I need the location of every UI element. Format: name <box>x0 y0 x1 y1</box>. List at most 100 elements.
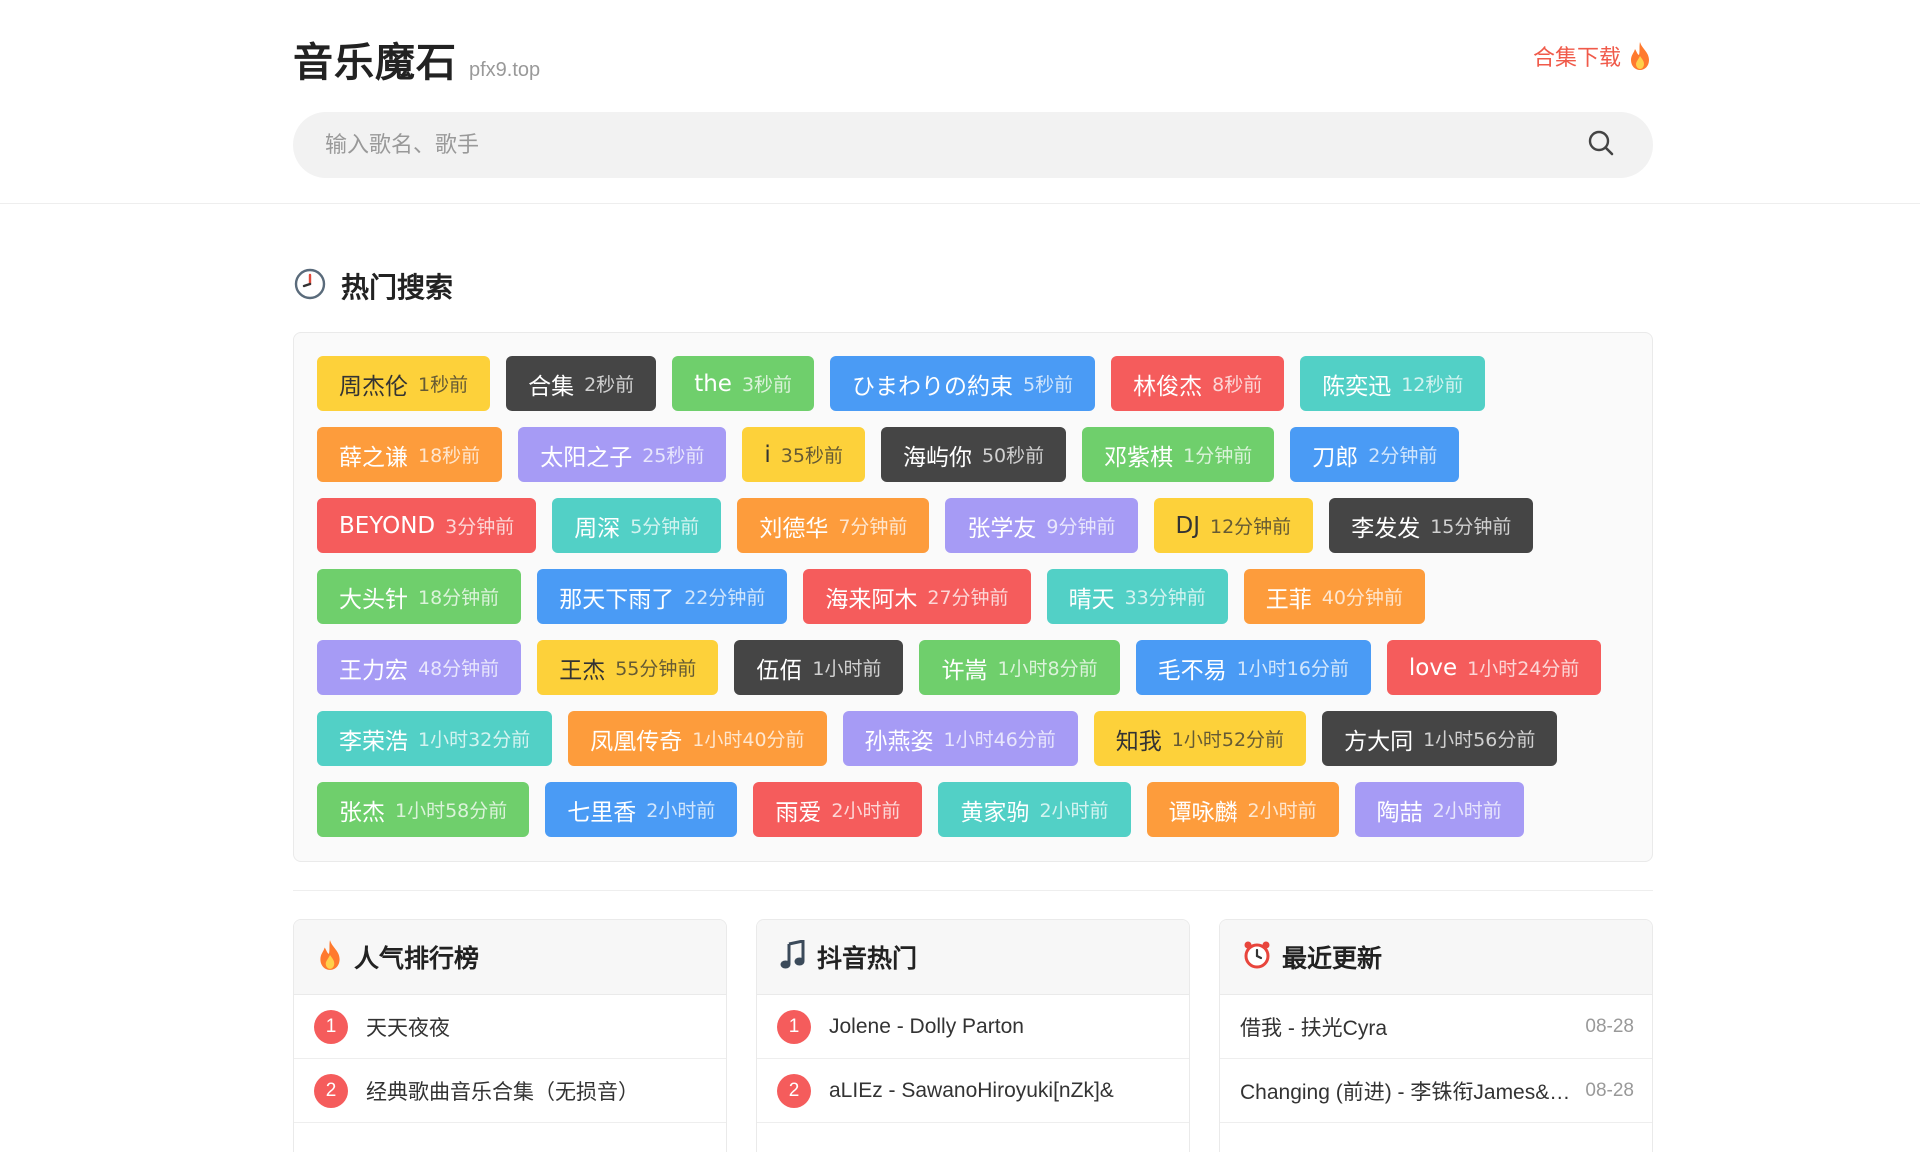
tag-time: 35秒前 <box>780 445 843 467</box>
download-collection-link[interactable]: 合集下载 <box>1533 40 1653 72</box>
brand[interactable]: 音乐魔石 pfx9.top <box>293 30 540 88</box>
tag-keyword: 王力宏 <box>339 657 408 684</box>
hot-search-tag[interactable]: 陶喆 2小时前 <box>1354 782 1524 837</box>
hot-search-tag[interactable]: 伍佰 1小时前 <box>734 640 904 695</box>
hot-search-tag[interactable]: 周深 5分钟前 <box>552 498 722 553</box>
tag-keyword: ひまわりの約束 <box>852 373 1014 400</box>
hot-search-tag[interactable]: i 35秒前 <box>742 427 865 482</box>
search-bar <box>293 112 1653 178</box>
hot-search-tag[interactable]: 海屿你 50秒前 <box>880 427 1067 482</box>
download-label: 合集下载 <box>1532 46 1621 71</box>
list-item[interactable]: 借我 - 扶光Cyra 08-28 <box>1220 995 1652 1059</box>
tag-time: 1小时8分前 <box>997 658 1098 680</box>
hot-search-tag[interactable]: 知我 1小时52分前 <box>1093 711 1307 766</box>
tag-keyword: 许嵩 <box>941 657 988 684</box>
hot-search-tag[interactable]: 陈奕迅 12秒前 <box>1300 356 1486 411</box>
tag-time: 8秒前 <box>1212 374 1263 396</box>
popular-ranking-header: 人气排行榜 <box>294 920 726 995</box>
list-item[interactable]: Changing (前进) - 李铢衔James&Ailee 08-28 <box>1220 1059 1652 1123</box>
hot-search-tag[interactable]: DJ 12分钟前 <box>1153 498 1314 553</box>
tag-time: 2小时前 <box>1039 800 1109 822</box>
tag-keyword: 知我 <box>1115 728 1162 755</box>
hot-search-tag[interactable]: 雨爱 2小时前 <box>753 782 923 837</box>
hot-search-tag[interactable]: 张学友 9分钟前 <box>945 498 1138 553</box>
hot-search-tag[interactable]: 晴天 33分钟前 <box>1046 569 1228 624</box>
tag-keyword: 海屿你 <box>902 444 972 471</box>
hot-search-tag[interactable]: 海来阿木 27分钟前 <box>803 569 1031 624</box>
tag-time: 12秒前 <box>1401 374 1464 396</box>
list-item[interactable]: 1 天天夜夜 <box>294 995 726 1059</box>
hot-search-tag[interactable]: 谭咏麟 2小时前 <box>1146 782 1339 837</box>
tag-keyword: 陈奕迅 <box>1322 373 1392 400</box>
popular-ranking-title: 人气排行榜 <box>354 944 480 973</box>
hot-search-tag[interactable]: 孙燕姿 1小时46分前 <box>842 711 1078 766</box>
hot-search-tag[interactable]: 合集 2秒前 <box>506 356 657 411</box>
hot-search-tag[interactable]: 王杰 55分钟前 <box>537 640 719 695</box>
hot-search-tag[interactable]: 方大同 1小时56分前 <box>1322 711 1558 766</box>
hot-search-tag[interactable]: 许嵩 1小时8分前 <box>919 640 1120 695</box>
rank-badge: 1 <box>314 1009 348 1044</box>
hot-search-tag[interactable]: 凤凰传奇 1小时40分前 <box>568 711 827 766</box>
tag-time: 9分钟前 <box>1046 516 1116 538</box>
search-button[interactable] <box>1569 112 1633 178</box>
fire-icon <box>316 939 344 975</box>
tag-time: 1小时16分前 <box>1236 658 1349 680</box>
tag-time: 15分钟前 <box>1430 516 1512 538</box>
hot-search-header: 热门搜索 <box>293 266 1653 306</box>
tag-keyword: 邓紫棋 <box>1104 444 1174 471</box>
tag-time: 1小时40分前 <box>692 729 805 751</box>
hot-search-tag[interactable]: ひまわりの約束 5秒前 <box>830 356 1096 411</box>
tag-time: 3秒前 <box>741 374 793 396</box>
hot-search-tag[interactable]: 大头针 18分钟前 <box>317 569 522 624</box>
song-title[interactable]: aLIEz - SawanoHiroyuki[nZk]& <box>829 1079 1114 1103</box>
hot-search-tag[interactable]: 太阳之子 25秒前 <box>518 427 727 482</box>
hot-search-tag[interactable]: BEYOND 3分钟前 <box>317 498 537 553</box>
hot-search-tag[interactable]: 王菲 40分钟前 <box>1243 569 1425 624</box>
song-title[interactable]: Jolene - Dolly Parton <box>829 1015 1024 1039</box>
hot-search-tag[interactable]: 那天下雨了 22分钟前 <box>537 569 788 624</box>
hot-search-tag[interactable]: 七里香 2小时前 <box>545 782 738 837</box>
recent-updates-card: 最近更新 借我 - 扶光Cyra 08-28 Changing (前进) - 李… <box>1219 919 1653 1152</box>
tag-keyword: 雨爱 <box>775 799 822 826</box>
site-title[interactable]: 音乐魔石 <box>293 30 457 88</box>
hot-search-tag[interactable]: 薛之谦 18秒前 <box>317 427 503 482</box>
tag-time: 1小时52分前 <box>1171 729 1285 751</box>
tag-keyword: 李发发 <box>1351 515 1421 542</box>
main-content: 热门搜索 周杰伦 1秒前 合集 2秒前 the 3秒前 ひまわりの約束 5秒前 林俊杰 8秒前 陈奕… <box>293 266 1653 1152</box>
hot-search-tag[interactable]: 黄家驹 2小时前 <box>938 782 1131 837</box>
hot-tag-list: 周杰伦 1秒前 合集 2秒前 the 3秒前 ひまわりの約束 5秒前 林俊杰 8秒前 陈奕迅 12秒前… <box>317 356 1637 853</box>
tag-time: 33分钟前 <box>1124 587 1206 609</box>
song-title[interactable]: 借我 - 扶光Cyra <box>1240 1012 1573 1042</box>
tag-keyword: 大头针 <box>339 586 408 613</box>
list-item[interactable]: 2 经典歌曲音乐合集（无损音） <box>294 1059 726 1123</box>
hot-search-tag[interactable]: love 1小时24分前 <box>1386 640 1602 695</box>
tag-time: 12分钟前 <box>1210 516 1292 538</box>
tag-time: 1分钟前 <box>1183 445 1253 467</box>
hot-search-tag[interactable]: the 3秒前 <box>672 356 815 411</box>
search-input[interactable] <box>293 112 1569 178</box>
tag-time: 48分钟前 <box>418 658 500 680</box>
song-title[interactable]: 经典歌曲音乐合集（无损音） <box>366 1076 639 1106</box>
hot-search-tag[interactable]: 刀郎 2分钟前 <box>1290 427 1460 482</box>
hot-search-tag[interactable]: 李发发 15分钟前 <box>1329 498 1534 553</box>
hot-search-tag[interactable]: 王力宏 48分钟前 <box>317 640 522 695</box>
rank-badge: 1 <box>777 1009 811 1044</box>
hot-search-tag[interactable]: 李荣浩 1小时32分前 <box>317 711 553 766</box>
hot-search-tag[interactable]: 周杰伦 1秒前 <box>317 356 491 411</box>
hot-search-tag[interactable]: 张杰 1小时58分前 <box>317 782 530 837</box>
song-title[interactable]: Changing (前进) - 李铢衔James&Ailee <box>1240 1076 1573 1106</box>
song-title[interactable]: 天天夜夜 <box>366 1012 450 1042</box>
list-item[interactable]: 1 Jolene - Dolly Parton <box>757 995 1189 1059</box>
list-item[interactable]: 2 aLIEz - SawanoHiroyuki[nZk]& <box>757 1059 1189 1123</box>
hot-search-tag[interactable]: 刘德华 7分钟前 <box>737 498 930 553</box>
hot-search-tag[interactable]: 邓紫棋 1分钟前 <box>1082 427 1275 482</box>
tag-keyword: 薛之谦 <box>339 444 408 471</box>
hot-search-tag[interactable]: 林俊杰 8秒前 <box>1111 356 1285 411</box>
tag-keyword: 那天下雨了 <box>559 586 675 613</box>
tag-time: 1小时24分前 <box>1467 658 1580 680</box>
hot-search-tag[interactable]: 毛不易 1小时16分前 <box>1135 640 1371 695</box>
tag-time: 50秒前 <box>981 445 1045 467</box>
recent-updates-title: 最近更新 <box>1282 944 1383 973</box>
ranking-columns: 人气排行榜 1 天天夜夜 2 经典歌曲音乐合集（无损音） 抖音热门 1 Jole… <box>293 919 1653 1152</box>
hot-search-title: 热门搜索 <box>341 271 454 304</box>
